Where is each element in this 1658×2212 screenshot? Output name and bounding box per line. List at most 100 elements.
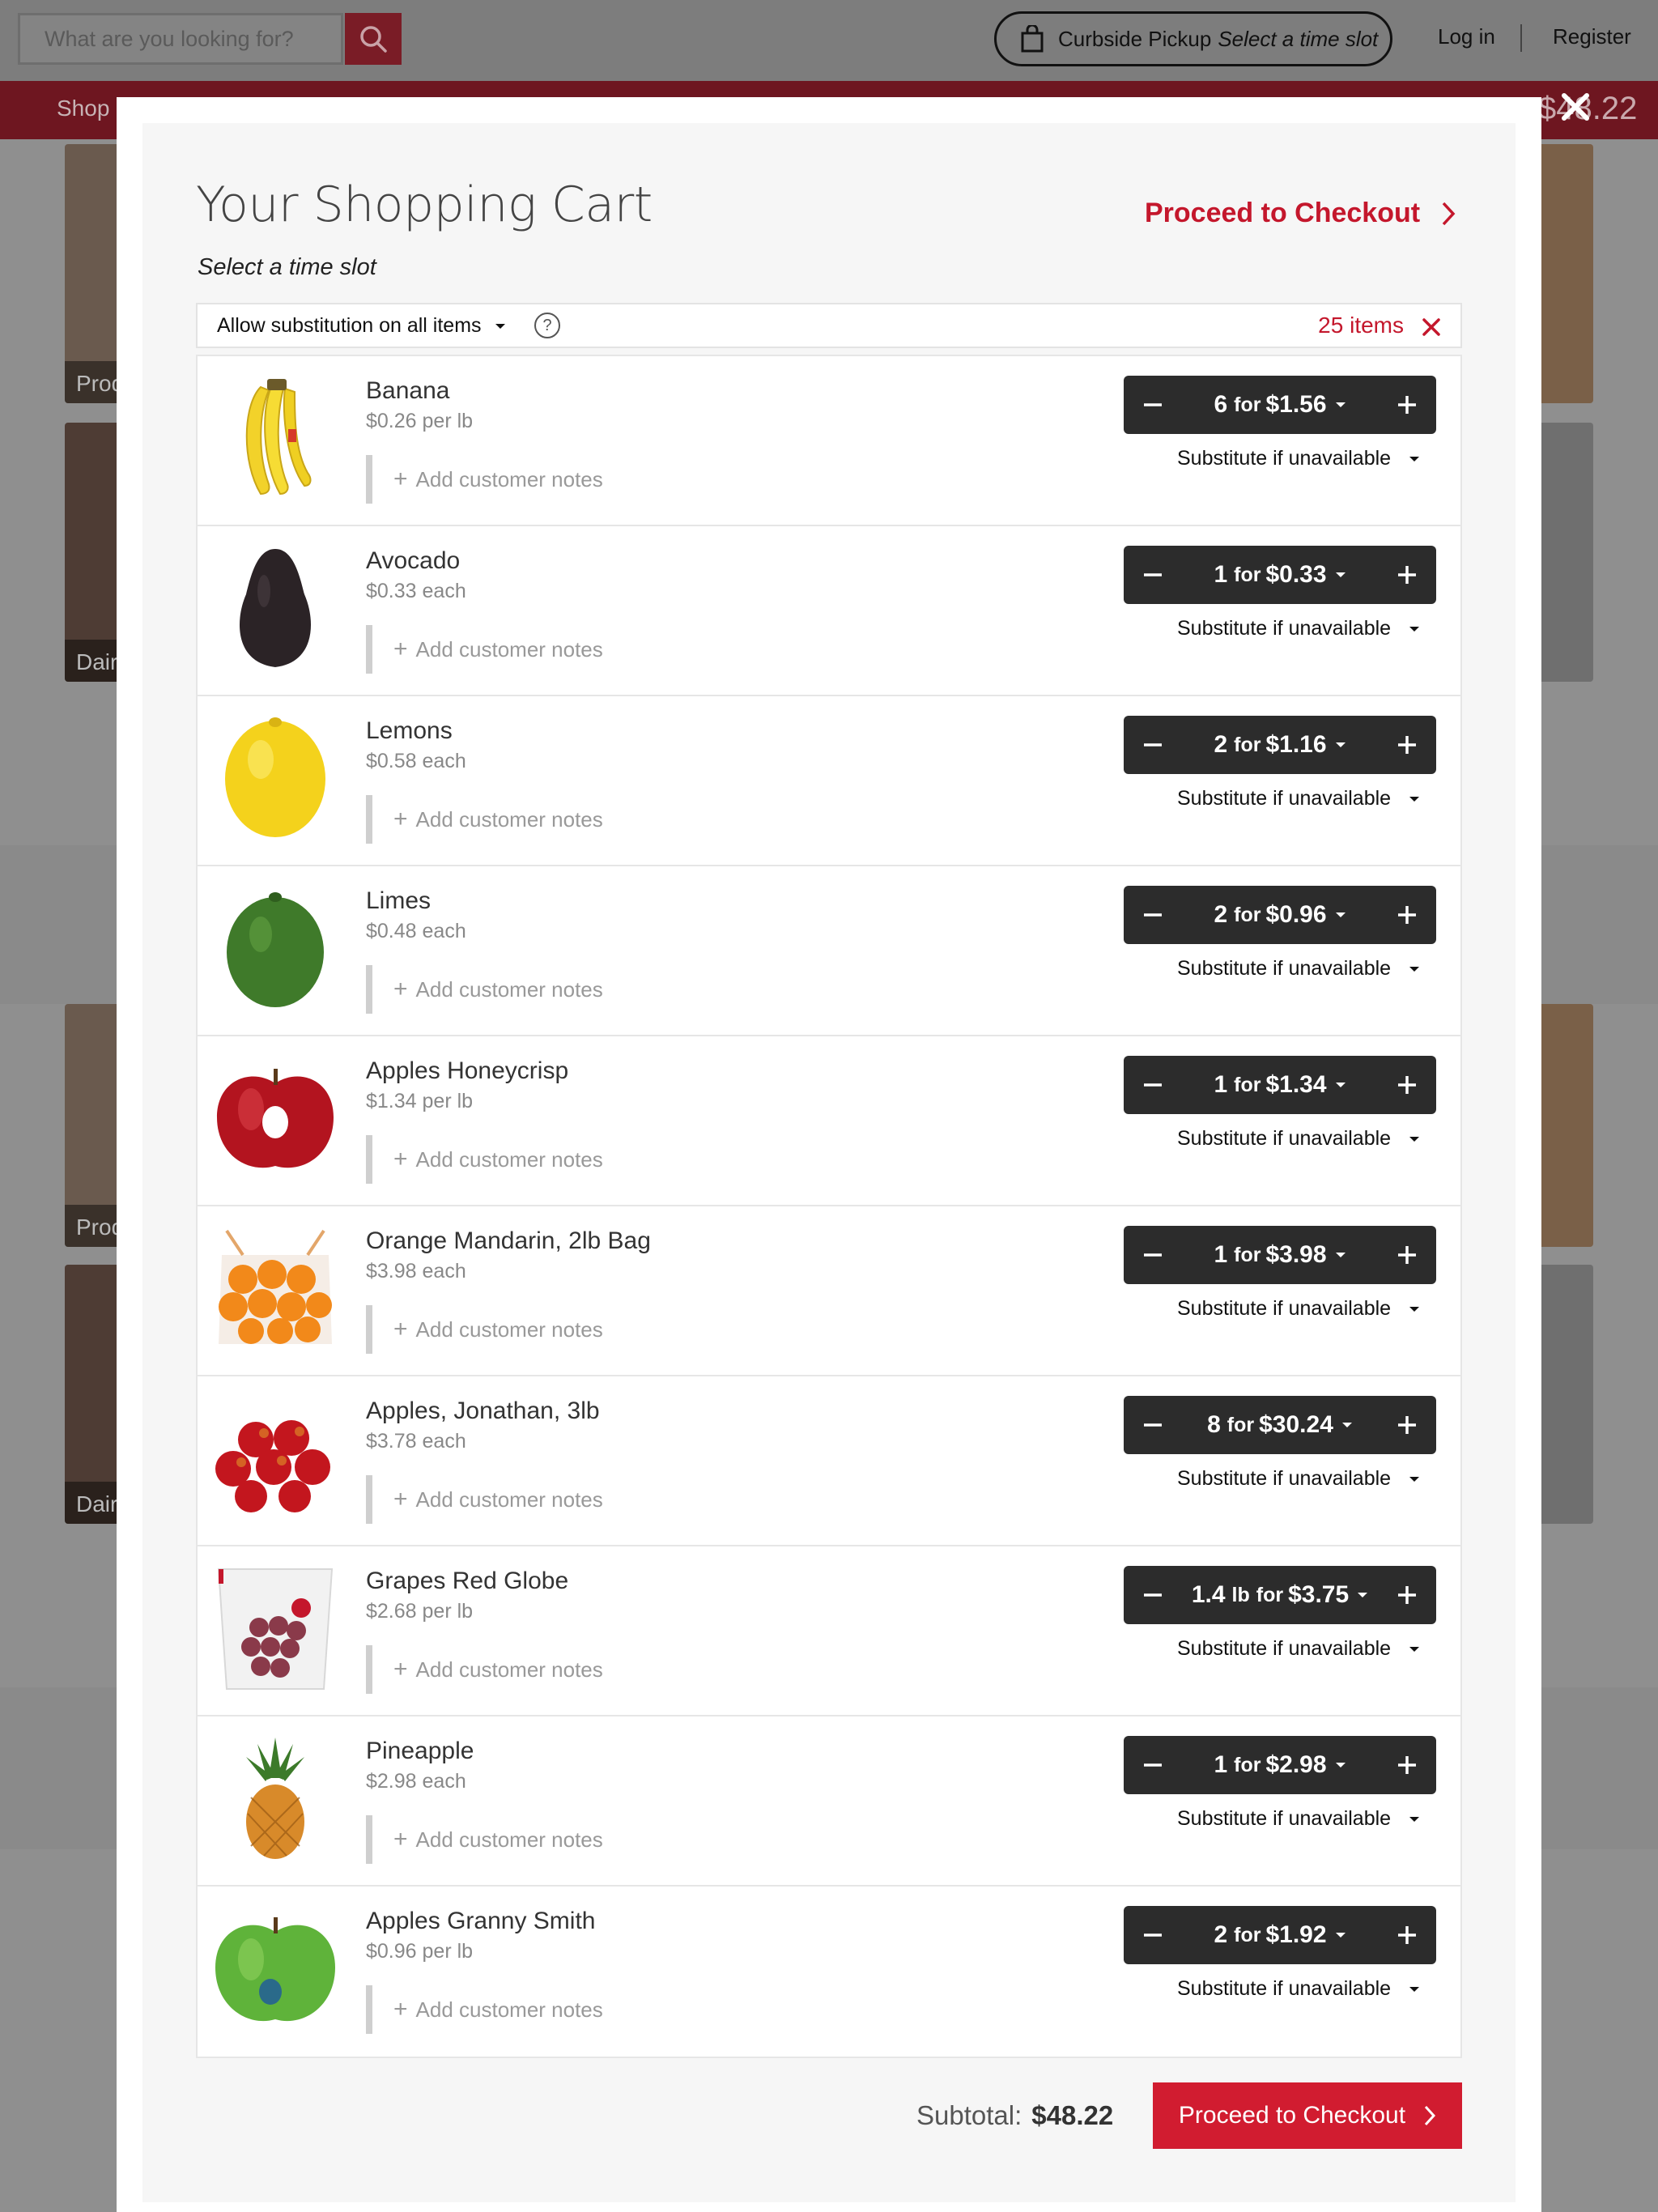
clear-cart-icon[interactable] <box>1420 316 1443 338</box>
increase-quantity-button[interactable] <box>1378 1226 1436 1284</box>
decrease-quantity-button[interactable] <box>1124 886 1182 944</box>
quantity-dropdown[interactable]: 1 for $1.34 <box>1182 1056 1378 1114</box>
green-apple-image[interactable] <box>210 1903 340 2032</box>
quantity-dropdown[interactable]: 2 for $1.16 <box>1182 716 1378 774</box>
decrease-quantity-button[interactable] <box>1124 716 1182 774</box>
avocado-image[interactable] <box>210 542 340 672</box>
add-customer-notes-link[interactable]: + Add customer notes <box>366 1815 603 1864</box>
line-total: $30.24 <box>1259 1411 1333 1438</box>
login-link[interactable]: Log in <box>1438 24 1495 49</box>
item-name[interactable]: Apples, Jonathan, 3lb <box>366 1397 600 1425</box>
grapes-bag-image[interactable] <box>210 1563 340 1692</box>
search-button[interactable] <box>345 13 402 65</box>
quantity-dropdown[interactable]: 8 for $30.24 <box>1182 1396 1378 1454</box>
quantity-dropdown[interactable]: 1 for $0.33 <box>1182 546 1378 604</box>
add-customer-notes-link[interactable]: + Add customer notes <box>366 965 603 1014</box>
decrease-quantity-button[interactable] <box>1124 546 1182 604</box>
substitute-dropdown[interactable]: Substitute if unavailable <box>1177 1467 1420 1491</box>
quantity-stepper: 1 for $0.33 <box>1124 546 1436 604</box>
item-name[interactable]: Pineapple <box>366 1738 474 1765</box>
search-input[interactable] <box>20 15 328 62</box>
cart-item-row: Apples, Jonathan, 3lb $3.78 each + Add cust… <box>198 1376 1460 1546</box>
plus-icon <box>1398 1246 1416 1264</box>
item-name[interactable]: Limes <box>366 887 431 915</box>
increase-quantity-button[interactable] <box>1378 1906 1436 1964</box>
pickup-label: Curbside Pickup <box>1058 26 1212 51</box>
increase-quantity-button[interactable] <box>1378 376 1436 434</box>
decrease-quantity-button[interactable] <box>1124 1736 1182 1794</box>
add-customer-notes-link[interactable]: + Add customer notes <box>366 1985 603 2034</box>
increase-quantity-button[interactable] <box>1378 886 1436 944</box>
quantity-dropdown[interactable]: 1 for $3.98 <box>1182 1226 1378 1284</box>
banana-image[interactable] <box>210 372 340 502</box>
increase-quantity-button[interactable] <box>1378 716 1436 774</box>
mandarin-bag-image[interactable] <box>210 1223 340 1352</box>
substitute-dropdown[interactable]: Substitute if unavailable <box>1177 1297 1420 1321</box>
quantity-dropdown[interactable]: 2 for $1.92 <box>1182 1906 1378 1964</box>
substitute-dropdown[interactable]: Substitute if unavailable <box>1177 1977 1420 2001</box>
select-time-slot-link[interactable]: Select a time slot <box>198 254 376 281</box>
increase-quantity-button[interactable] <box>1378 1056 1436 1114</box>
curbside-pickup-button[interactable]: Curbside Pickup Select a time slot <box>994 11 1392 66</box>
apple-pile-image[interactable] <box>210 1393 340 1522</box>
decrease-quantity-button[interactable] <box>1124 1906 1182 1964</box>
increase-quantity-button[interactable] <box>1378 1736 1436 1794</box>
close-modal-button[interactable] <box>1556 87 1595 126</box>
substitute-dropdown[interactable]: Substitute if unavailable <box>1177 957 1420 981</box>
decrease-quantity-button[interactable] <box>1124 1396 1182 1454</box>
increase-quantity-button[interactable] <box>1378 1566 1436 1624</box>
caret-down-icon <box>1409 626 1420 632</box>
subtotal-label: Subtotal: <box>916 2100 1022 2130</box>
increase-quantity-button[interactable] <box>1378 1396 1436 1454</box>
register-link[interactable]: Register <box>1553 24 1631 49</box>
cart-item-row: Avocado $0.33 each + Add customer notes 1 for… <box>198 526 1460 696</box>
caret-down-icon <box>1409 1646 1420 1652</box>
nav-shop[interactable]: Shop <box>57 96 109 121</box>
notes-label: Add customer notes <box>415 976 603 1002</box>
caret-down-icon <box>1409 1306 1420 1312</box>
plus-icon <box>1398 906 1416 924</box>
substitute-dropdown[interactable]: Substitute if unavailable <box>1177 447 1420 470</box>
caret-down-icon <box>1335 402 1346 407</box>
add-customer-notes-link[interactable]: + Add customer notes <box>366 1475 603 1524</box>
quantity-dropdown[interactable]: 6 for $1.56 <box>1182 376 1378 434</box>
item-name[interactable]: Avocado <box>366 547 460 575</box>
substitute-dropdown[interactable]: Substitute if unavailable <box>1177 787 1420 810</box>
quantity-dropdown[interactable]: 1.4 lb for $3.75 <box>1182 1566 1378 1624</box>
substitute-dropdown[interactable]: Substitute if unavailable <box>1177 1127 1420 1151</box>
minus-icon <box>1144 1593 1162 1597</box>
substitute-dropdown[interactable]: Substitute if unavailable <box>1177 617 1420 640</box>
quantity-dropdown[interactable]: 2 for $0.96 <box>1182 886 1378 944</box>
item-name[interactable]: Apples Granny Smith <box>366 1908 595 1935</box>
item-unit-price: $0.58 each <box>366 750 466 772</box>
add-customer-notes-link[interactable]: + Add customer notes <box>366 1645 603 1694</box>
add-customer-notes-link[interactable]: + Add customer notes <box>366 625 603 674</box>
increase-quantity-button[interactable] <box>1378 546 1436 604</box>
item-name[interactable]: Banana <box>366 377 449 405</box>
substitution-all-dropdown[interactable]: Allow substitution on all items <box>217 314 506 338</box>
item-name[interactable]: Grapes Red Globe <box>366 1568 568 1595</box>
substitute-dropdown[interactable]: Substitute if unavailable <box>1177 1807 1420 1831</box>
notes-label: Add customer notes <box>415 1997 603 2022</box>
add-customer-notes-link[interactable]: + Add customer notes <box>366 795 603 844</box>
decrease-quantity-button[interactable] <box>1124 1056 1182 1114</box>
help-icon[interactable]: ? <box>534 313 560 338</box>
add-customer-notes-link[interactable]: + Add customer notes <box>366 455 603 504</box>
add-customer-notes-link[interactable]: + Add customer notes <box>366 1135 603 1184</box>
proceed-to-checkout-link[interactable]: Proceed to Checkout <box>1145 198 1456 229</box>
lime-image[interactable] <box>210 883 340 1012</box>
decrease-quantity-button[interactable] <box>1124 376 1182 434</box>
item-name[interactable]: Lemons <box>366 717 453 745</box>
substitute-dropdown[interactable]: Substitute if unavailable <box>1177 1637 1420 1661</box>
decrease-quantity-button[interactable] <box>1124 1226 1182 1284</box>
red-apple-image[interactable] <box>210 1053 340 1182</box>
quantity-dropdown[interactable]: 1 for $2.98 <box>1182 1736 1378 1794</box>
pineapple-image[interactable] <box>210 1733 340 1862</box>
add-customer-notes-link[interactable]: + Add customer notes <box>366 1305 603 1354</box>
decrease-quantity-button[interactable] <box>1124 1566 1182 1624</box>
search-field[interactable] <box>18 13 343 65</box>
item-name[interactable]: Apples Honeycrisp <box>366 1057 568 1085</box>
item-name[interactable]: Orange Mandarin, 2lb Bag <box>366 1227 651 1255</box>
proceed-to-checkout-button[interactable]: Proceed to Checkout <box>1153 2082 1462 2149</box>
lemon-image[interactable] <box>210 713 340 842</box>
